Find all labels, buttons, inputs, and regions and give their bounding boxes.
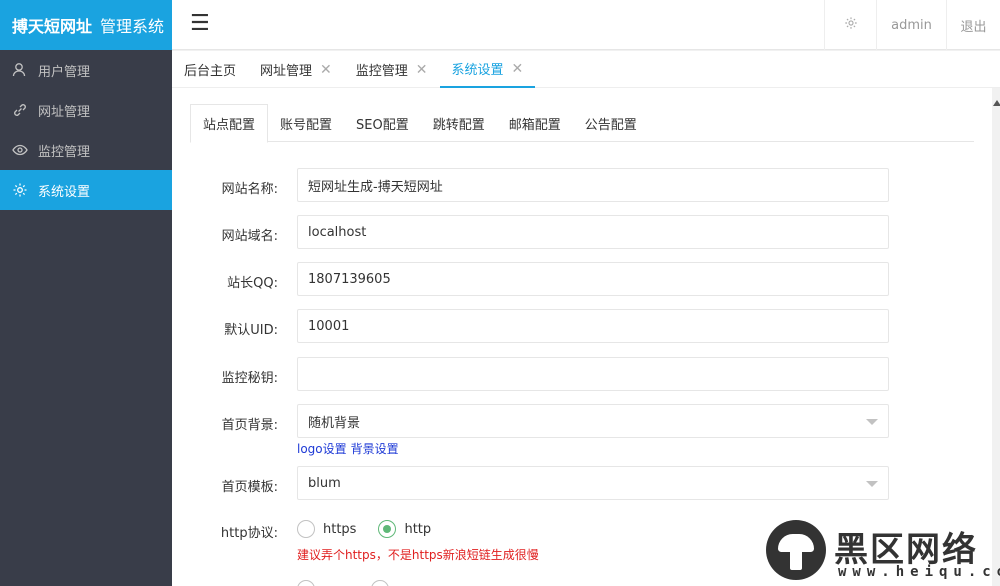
close-icon[interactable]: ✕ (512, 61, 524, 77)
home-template-value: blum (308, 475, 341, 491)
bg-settings-link[interactable]: 背景设置 (351, 442, 399, 456)
default-uid-input[interactable]: 10001 (297, 309, 889, 343)
radio-label: https (323, 521, 357, 537)
tab-system-settings[interactable]: 系统设置 ✕ (439, 51, 536, 88)
sidebar-item-monitor[interactable]: 监控管理 (0, 130, 172, 170)
tab-label: 监控管理 (355, 64, 408, 79)
brand-subtitle: 管理系统 (100, 17, 165, 36)
sidebar-item-label: 用户管理 (38, 64, 91, 80)
header-right: admin 退出 (824, 0, 1000, 50)
home-bg-select[interactable]: 随机背景 (297, 404, 889, 438)
radio-circle[interactable] (371, 580, 389, 586)
tab-label: 后台主页 (184, 64, 237, 79)
default-uid-label: 默认UID: (224, 323, 278, 338)
tab-notice-config[interactable]: 公告配置 (573, 104, 649, 142)
sidebar: 搏天短网址 管理系统 用户管理 网址管理 监控管理 系统设置 (0, 0, 172, 586)
http-protocol-label: http协议: (220, 526, 278, 541)
radio-circle[interactable] (297, 580, 315, 586)
gear-icon (12, 182, 28, 198)
scrollbar[interactable] (992, 88, 1000, 586)
next-row-radios-partial (297, 580, 445, 586)
site-name-label: 网站名称: (221, 182, 278, 197)
menu-toggle-icon[interactable]: ☰ (190, 12, 210, 36)
tab-home[interactable]: 后台主页 (172, 51, 248, 88)
close-icon[interactable]: ✕ (416, 62, 428, 78)
settings-tabs: 站点配置 账号配置 SEO配置 跳转配置 邮箱配置 公告配置 (190, 104, 974, 143)
gear-icon (844, 16, 858, 34)
watermark-logo: 黑区网络 www.heiqu.com (766, 518, 1000, 586)
tab-redirect-config[interactable]: 跳转配置 (421, 104, 497, 142)
brand-logo: 搏天短网址 管理系统 (0, 0, 172, 50)
admin-qq-label: 站长QQ: (227, 276, 278, 291)
tab-monitor-management[interactable]: 监控管理 ✕ (344, 51, 440, 88)
scroll-up-arrow-icon[interactable] (993, 100, 1000, 106)
tab-url-management[interactable]: 网址管理 ✕ (248, 51, 344, 88)
logo-settings-link[interactable]: logo设置 (297, 442, 347, 456)
radio-http[interactable]: http (378, 520, 431, 538)
user-icon (12, 62, 28, 78)
home-template-select[interactable]: blum (297, 466, 889, 500)
tab-account-config[interactable]: 账号配置 (268, 104, 344, 142)
tab-label: 系统设置 (451, 63, 504, 78)
sidebar-item-label: 系统设置 (38, 184, 91, 200)
tab-label: 网址管理 (260, 64, 313, 79)
home-bg-label: 首页背景: (221, 418, 278, 433)
sidebar-item-users[interactable]: 用户管理 (0, 50, 172, 90)
monitor-key-label: 监控秘钥: (221, 371, 278, 386)
radio-circle (378, 520, 397, 538)
watermark-url: www.heiqu.com (838, 564, 1000, 580)
page-tabs: 后台主页 网址管理 ✕ 监控管理 ✕ 系统设置 ✕ (172, 51, 1000, 88)
home-template-label: 首页模板: (221, 480, 278, 495)
radio-label: http (404, 521, 432, 537)
top-header: ☰ admin 退出 (172, 0, 1000, 50)
user-menu[interactable]: admin (876, 0, 946, 50)
site-domain-input[interactable]: localhost (297, 215, 889, 249)
eye-icon (12, 142, 28, 158)
settings-panel: 站点配置 账号配置 SEO配置 跳转配置 邮箱配置 公告配置 网站名称: 短网址… (172, 88, 992, 586)
sidebar-item-label: 网址管理 (38, 104, 91, 120)
home-bg-value: 随机背景 (308, 415, 361, 431)
tab-site-config[interactable]: 站点配置 (190, 104, 269, 143)
settings-gear-button[interactable] (824, 0, 876, 50)
site-domain-label: 网站域名: (221, 229, 278, 244)
brand-name: 搏天短网址 (12, 17, 93, 36)
site-name-input[interactable]: 短网址生成-搏天短网址 (297, 168, 889, 202)
https-warning: 建议弄个https，不是https新浪短链生成很慢 (297, 548, 539, 562)
radio-https[interactable]: https (297, 520, 356, 538)
bg-links: logo设置 背景设置 (297, 440, 403, 457)
logout-button[interactable]: 退出 (946, 0, 1000, 50)
radio-circle (297, 520, 315, 538)
tab-seo-config[interactable]: SEO配置 (344, 104, 421, 142)
app: 搏天短网址 管理系统 用户管理 网址管理 监控管理 系统设置 ☰ admin 退… (0, 0, 1000, 586)
chevron-down-icon (866, 481, 878, 487)
monitor-key-input[interactable] (297, 357, 889, 391)
chevron-down-icon (866, 419, 878, 425)
sidebar-item-urls[interactable]: 网址管理 (0, 90, 172, 130)
sidebar-item-settings[interactable]: 系统设置 (0, 170, 172, 210)
mushroom-icon (766, 520, 826, 580)
tab-mail-config[interactable]: 邮箱配置 (497, 104, 573, 142)
sidebar-item-label: 监控管理 (38, 144, 91, 160)
link-icon (12, 102, 28, 118)
http-protocol-radios: https http (297, 520, 453, 538)
admin-qq-input[interactable]: 1807139605 (297, 262, 889, 296)
close-icon[interactable]: ✕ (320, 62, 332, 78)
